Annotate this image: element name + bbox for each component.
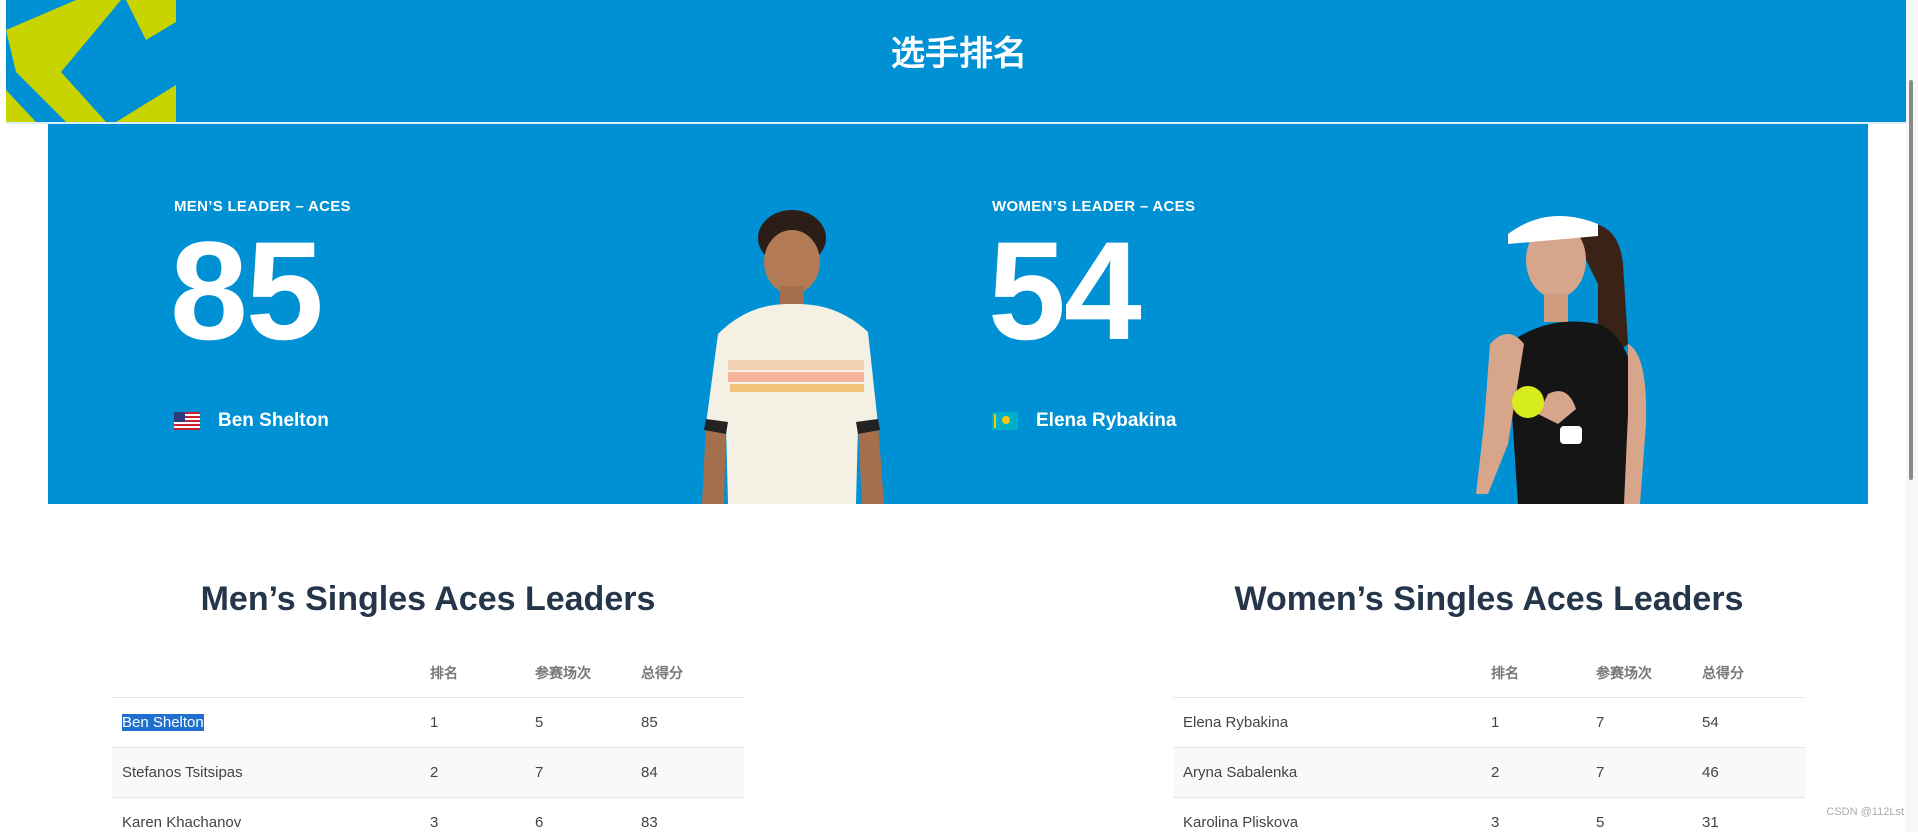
page-title: 选手排名 xyxy=(891,34,1027,74)
total-cell: 84 xyxy=(641,746,744,797)
column-header-total[interactable]: 总得分 xyxy=(1702,649,1805,697)
player-name-cell[interactable]: Stefanos Tsitsipas xyxy=(112,746,430,797)
total-cell: 46 xyxy=(1702,746,1805,797)
rank-cell: 2 xyxy=(430,746,535,797)
matches-cell: 7 xyxy=(1596,746,1702,797)
page: 选手排名 MEN’S LEADER – ACES 85 Ben Shelton xyxy=(0,0,1918,832)
men-leader-name[interactable]: Ben Shelton xyxy=(218,410,329,432)
total-cell: 54 xyxy=(1702,696,1805,747)
rank-cell: 3 xyxy=(1491,796,1596,832)
column-header-total[interactable]: 总得分 xyxy=(641,649,744,697)
table-row[interactable]: Aryna Sabalenka 2 7 46 xyxy=(1173,746,1805,797)
column-header-player xyxy=(112,649,430,697)
table-header-row: 排名 参赛场次 总得分 xyxy=(1173,649,1805,697)
matches-cell: 7 xyxy=(1596,696,1702,747)
men-table-title: Men’s Singles Aces Leaders xyxy=(200,580,656,618)
total-cell: 85 xyxy=(641,696,744,747)
table-row[interactable]: Ben Shelton 1 5 85 xyxy=(112,696,744,747)
vertical-scrollbar[interactable] xyxy=(1906,0,1918,832)
column-header-rank[interactable]: 排名 xyxy=(1491,649,1596,697)
selected-text[interactable]: Ben Shelton xyxy=(122,713,204,731)
men-aces-table-section: Men’s Singles Aces Leaders 排名 参赛场次 总得分 B… xyxy=(112,580,744,832)
women-leader-name[interactable]: Elena Rybakina xyxy=(1036,410,1176,432)
women-aces-table: 排名 参赛场次 总得分 Elena Rybakina 1 7 54 Aryna … xyxy=(1173,649,1805,832)
kz-flag-icon xyxy=(992,412,1018,430)
total-cell: 83 xyxy=(641,796,744,832)
total-cell: 31 xyxy=(1702,796,1805,832)
us-flag-icon xyxy=(174,412,200,430)
table-row[interactable]: Elena Rybakina 1 7 54 xyxy=(1173,696,1805,747)
table-row[interactable]: Karolina Pliskova 3 5 31 xyxy=(1173,796,1805,832)
men-leader-value: 85 xyxy=(170,212,324,369)
table-header-row: 排名 参赛场次 总得分 xyxy=(112,649,744,697)
column-header-rank[interactable]: 排名 xyxy=(430,649,535,697)
men-leader-card: MEN’S LEADER – ACES 85 Ben Shelton xyxy=(170,124,594,504)
men-leader-player[interactable]: Ben Shelton xyxy=(174,410,329,432)
matches-cell: 5 xyxy=(535,696,641,747)
women-leader-value: 54 xyxy=(988,212,1142,369)
player-name-cell[interactable]: Karolina Pliskova xyxy=(1173,796,1491,832)
player-name-cell[interactable]: Karen Khachanov xyxy=(112,796,430,832)
rank-cell: 1 xyxy=(430,696,535,747)
player-name-cell[interactable]: Aryna Sabalenka xyxy=(1173,746,1491,797)
column-header-matches[interactable]: 参赛场次 xyxy=(535,649,641,697)
player-name-cell[interactable]: Ben Shelton xyxy=(112,696,430,747)
rank-cell: 3 xyxy=(430,796,535,832)
elena-rybakina-photo xyxy=(1476,216,1647,504)
matches-cell: 5 xyxy=(1596,796,1702,832)
leaders-banner: MEN’S LEADER – ACES 85 Ben Shelton WOMEN… xyxy=(48,124,1868,504)
women-leader-player[interactable]: Elena Rybakina xyxy=(992,410,1176,432)
ben-shelton-photo xyxy=(702,210,884,504)
page-header: 选手排名 xyxy=(6,0,1912,122)
women-aces-table-section: Women’s Singles Aces Leaders 排名 参赛场次 总得分… xyxy=(1173,580,1805,832)
column-header-player xyxy=(1173,649,1491,697)
table-row[interactable]: Karen Khachanov 3 6 83 xyxy=(112,796,744,832)
matches-cell: 6 xyxy=(535,796,641,832)
women-table-title: Women’s Singles Aces Leaders xyxy=(1234,580,1744,618)
rank-cell: 2 xyxy=(1491,746,1596,797)
table-row[interactable]: Stefanos Tsitsipas 2 7 84 xyxy=(112,746,744,797)
men-aces-table: 排名 参赛场次 总得分 Ben Shelton 1 5 85 Stefanos … xyxy=(112,649,744,832)
watermark: CSDN @112Lst xyxy=(1826,806,1904,818)
rank-cell: 1 xyxy=(1491,696,1596,747)
scrollbar-thumb[interactable] xyxy=(1909,80,1913,480)
player-name-cell[interactable]: Elena Rybakina xyxy=(1173,696,1491,747)
matches-cell: 7 xyxy=(535,746,641,797)
women-leader-card: WOMEN’S LEADER – ACES 54 Elena Rybakina xyxy=(988,124,1412,504)
column-header-matches[interactable]: 参赛场次 xyxy=(1596,649,1702,697)
